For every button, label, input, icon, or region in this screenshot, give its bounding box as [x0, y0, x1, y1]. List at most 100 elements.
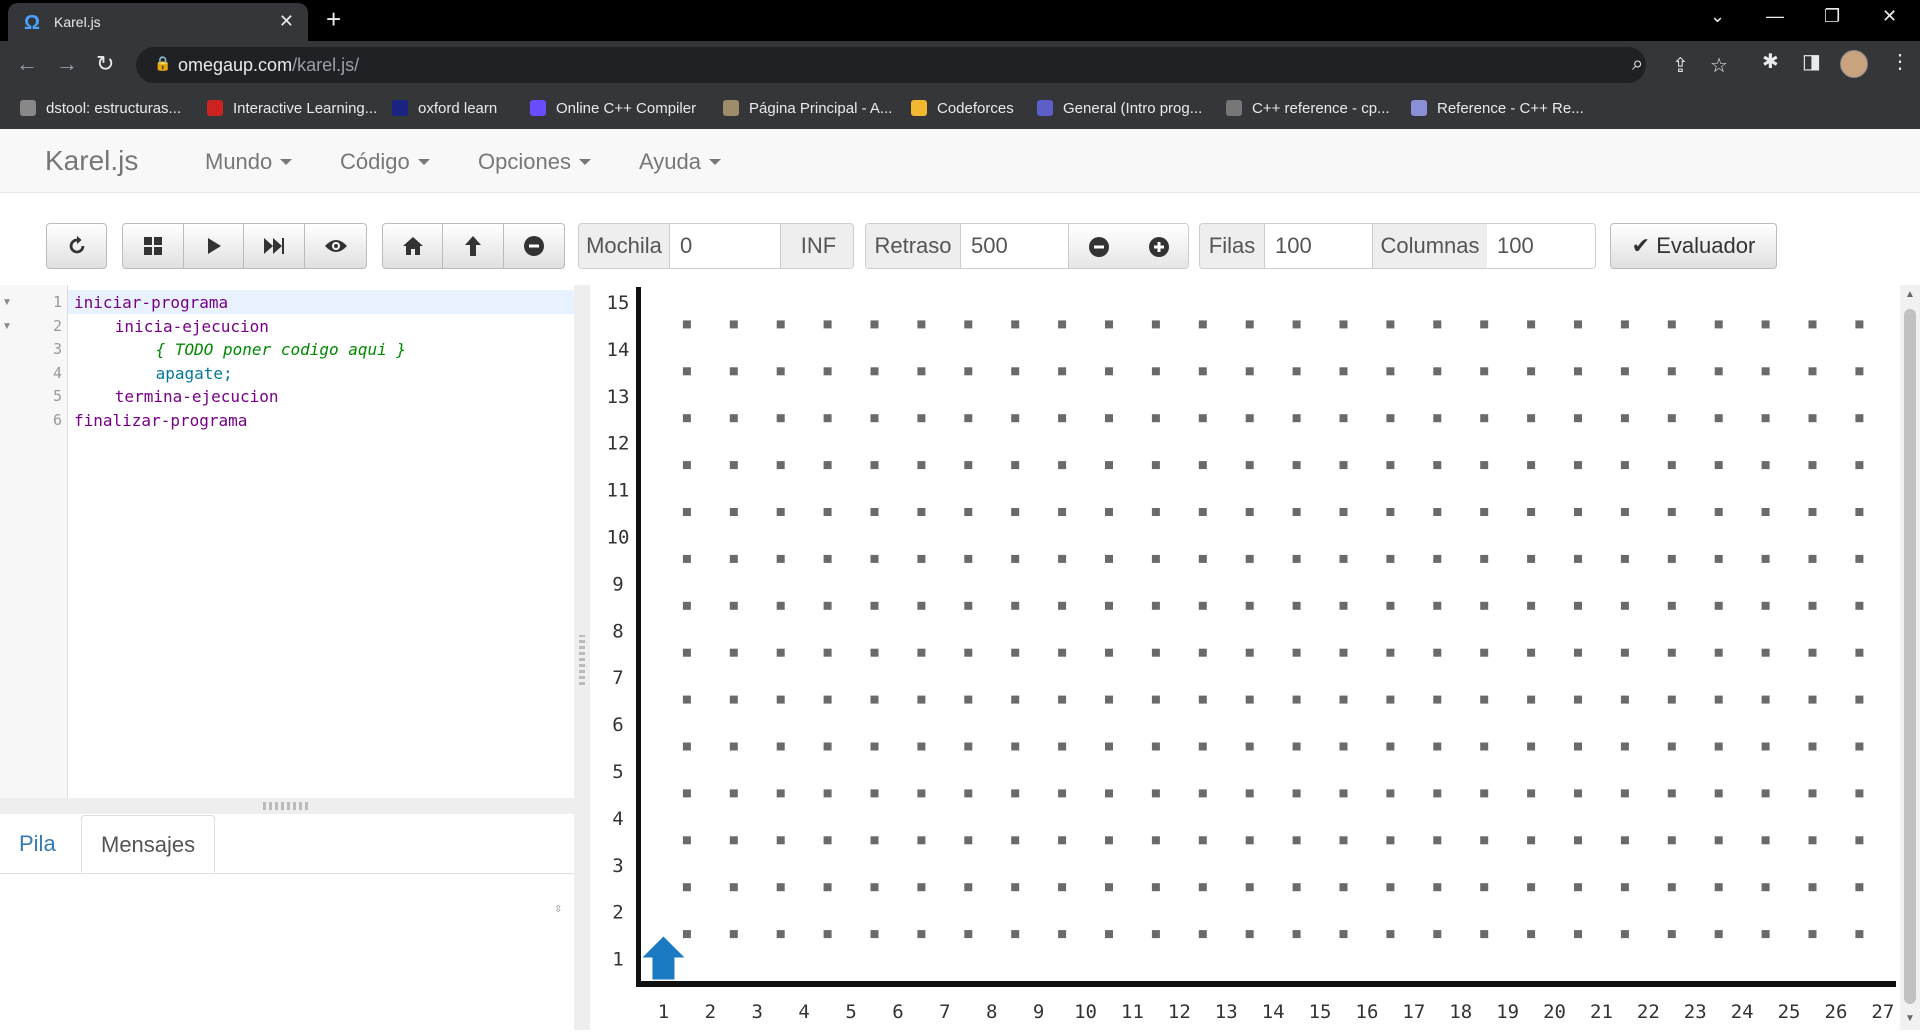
compile-button[interactable] — [122, 223, 184, 269]
world-scrollbar[interactable]: ▲ ▼ — [1900, 285, 1920, 1030]
code-line[interactable]: inicia-ejecucion — [115, 317, 269, 336]
menu-codigo[interactable]: Código — [340, 149, 430, 175]
code-editor[interactable]: ▼ ▼ 1 iniciar-programa 2 inicia-ejecucion 3 {… — [0, 285, 574, 798]
kebab-menu-icon[interactable]: ⋮ — [1890, 49, 1910, 74]
back-icon[interactable]: ← — [16, 51, 38, 77]
row-label: 5 — [612, 761, 623, 783]
forward-move-button[interactable] — [442, 223, 504, 269]
bookmark-item[interactable]: Online C++ Compiler — [530, 100, 696, 117]
fold-arrow-icon[interactable]: ▼ — [2, 297, 12, 308]
col-label: 26 — [1825, 1001, 1848, 1023]
evaluador-button[interactable]: ✔ Evaluador — [1610, 223, 1777, 269]
bookmark-item[interactable]: oxford learn — [392, 100, 497, 117]
line-number: 4 — [52, 363, 62, 382]
horizontal-resize-handle[interactable] — [0, 798, 574, 814]
scrollbar-thumb[interactable] — [1904, 309, 1916, 1004]
retraso-input[interactable]: 500 — [961, 224, 1061, 268]
browser-tab[interactable]: Ω Karel.js ✕ — [8, 3, 308, 41]
extensions-icon[interactable]: ✱ — [1762, 49, 1779, 74]
fold-arrow-icon[interactable]: ▼ — [2, 321, 12, 332]
omega-icon: Ω — [24, 12, 41, 34]
zoom-icon[interactable]: ⌕ — [1632, 53, 1643, 76]
code-line[interactable]: apagate; — [156, 364, 233, 383]
omnibox[interactable]: 🔒 omegaup.com/karel.js/ ⌕ ⇪ ☆ — [136, 47, 1728, 83]
spinner-icon[interactable]: ⇳ — [554, 904, 562, 915]
bookmark-item[interactable]: General (Intro prog... — [1037, 100, 1202, 117]
grid-dot — [1105, 320, 1113, 329]
window-close-icon[interactable]: ✕ — [1882, 6, 1897, 27]
grid-dot — [1105, 930, 1113, 939]
bookmark-item[interactable]: dstool: estructuras... — [20, 100, 181, 117]
grid-dot — [1058, 367, 1067, 376]
grid-dot — [1292, 461, 1301, 470]
bookmark-item[interactable]: Reference - C++ Re... — [1411, 100, 1584, 117]
home-button[interactable] — [382, 223, 443, 269]
grid-dot — [1011, 742, 1020, 751]
close-tab-icon[interactable]: ✕ — [279, 11, 294, 32]
restore-icon[interactable]: ❐ — [1824, 6, 1840, 27]
bookmark-item[interactable]: Página Principal - A... — [723, 100, 892, 117]
grid-dot — [1480, 461, 1489, 470]
karel-robot-icon[interactable] — [642, 936, 685, 980]
brand-title[interactable]: Karel.js — [45, 145, 138, 177]
grid-dot — [729, 695, 738, 704]
profile-avatar[interactable] — [1840, 50, 1868, 78]
star-icon[interactable]: ☆ — [1710, 53, 1728, 78]
bookmark-item[interactable]: Interactive Learning... — [207, 100, 377, 117]
grid-dot — [1198, 648, 1207, 657]
grid-dot — [1058, 836, 1067, 845]
reload-icon[interactable]: ↻ — [96, 51, 114, 77]
caret-down-icon — [708, 159, 721, 165]
grid-dot — [1292, 836, 1301, 845]
code-line[interactable]: termina-ejecucion — [115, 387, 279, 406]
increase-delay-button[interactable] — [1128, 224, 1188, 268]
code-line[interactable]: iniciar-programa — [74, 293, 228, 312]
filas-input[interactable]: 100 — [1265, 224, 1370, 268]
reset-button[interactable] — [46, 223, 107, 269]
grid-dot — [1105, 601, 1113, 610]
new-tab-icon[interactable]: + — [326, 4, 341, 35]
arrow-up-icon — [465, 236, 481, 256]
retraso-group: Retraso 500 — [865, 223, 1189, 269]
menu-mundo[interactable]: Mundo — [205, 149, 293, 175]
share-icon[interactable]: ⇪ — [1672, 53, 1689, 78]
grid-dot — [1527, 695, 1536, 704]
code-line[interactable]: finalizar-programa — [74, 411, 247, 430]
inf-button[interactable]: INF — [780, 224, 853, 268]
side-panel-icon[interactable]: ◨ — [1802, 49, 1821, 74]
minus-circle-icon — [1089, 237, 1109, 257]
minimize-icon[interactable]: — — [1766, 6, 1784, 27]
grid-dot — [1855, 554, 1864, 563]
grid-dot — [776, 695, 785, 704]
bookmark-item[interactable]: Codeforces — [911, 100, 1014, 117]
karel-world[interactable]: 1 2 3 4 5 6 7 8 9 10 11 12 13 14 15 1 2 3 4 5 6 7 8 9 10 11 12 13 14… — [590, 273, 1920, 1030]
world-grid[interactable]: 1234567891011121314151 2 3 4 5 6 7 8 9 10 11 12 13 14… — [590, 273, 1911, 1030]
grid-dot — [917, 461, 926, 470]
grid-dot — [1714, 461, 1723, 470]
tab-mensajes[interactable]: Mensajes — [81, 815, 216, 873]
grid-dot — [1292, 554, 1301, 563]
remove-beeper-button[interactable] — [503, 223, 565, 269]
grid-dot — [1808, 883, 1817, 892]
col-label: 11 — [1121, 1001, 1144, 1023]
code-line[interactable]: { TODO poner codigo aqui } — [156, 340, 406, 359]
decrease-delay-button[interactable] — [1068, 224, 1130, 268]
run-button[interactable] — [183, 223, 244, 269]
grid-dot — [917, 930, 926, 939]
menu-opciones[interactable]: Opciones — [478, 149, 591, 175]
grid-dot — [870, 320, 879, 329]
view-button[interactable] — [304, 223, 367, 269]
grid-dot — [964, 648, 973, 657]
grid-dot — [729, 601, 738, 610]
forward-icon[interactable]: → — [56, 51, 78, 77]
menu-ayuda[interactable]: Ayuda — [639, 149, 721, 175]
vertical-resize-handle[interactable] — [574, 285, 590, 1030]
mochila-input[interactable]: 0 — [670, 224, 770, 268]
columnas-input[interactable]: 100 — [1487, 224, 1595, 268]
tab-pila[interactable]: Pila — [0, 815, 75, 873]
col-label: 17 — [1402, 1001, 1425, 1023]
tab-search-icon[interactable]: ⌄ — [1710, 6, 1725, 27]
step-button[interactable] — [243, 223, 305, 269]
bookmark-item[interactable]: C++ reference - cp... — [1226, 100, 1390, 117]
grid-dot — [1808, 461, 1817, 470]
